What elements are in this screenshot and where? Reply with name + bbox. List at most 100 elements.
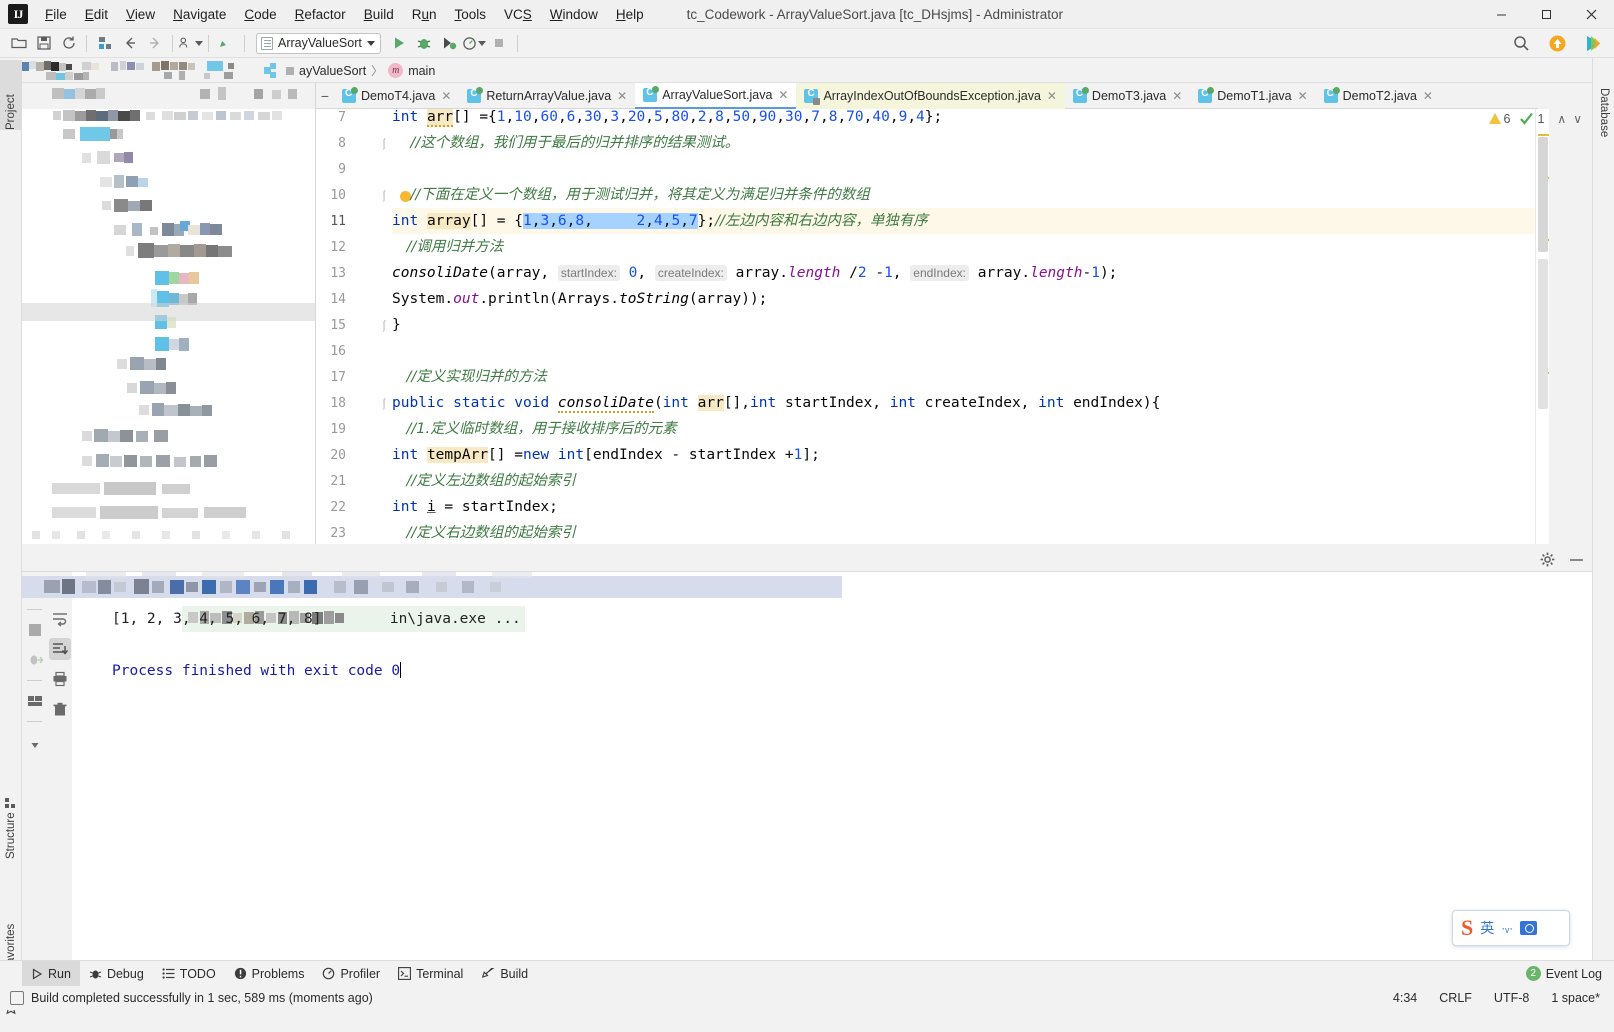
sidebar-item-project[interactable]: Project [0, 60, 22, 130]
indent-setting[interactable]: 1 space* [1551, 991, 1600, 1005]
scroll-to-end-icon[interactable] [48, 638, 71, 660]
build-hammer-icon[interactable] [214, 31, 239, 56]
ime-status-widget[interactable]: S 英 ·ᵥ· [1452, 910, 1570, 946]
tool-window-todo[interactable]: TODO [153, 961, 225, 987]
redacted-project-header [16, 60, 260, 82]
sync-icon[interactable] [56, 31, 81, 56]
editor-tab-arrayindexoutofboundsexception[interactable]: ArrayIndexOutOfBoundsException.java ✕ [796, 83, 1065, 109]
code-text-area[interactable]: int arr[] ={1,10,60,6,30,3,20,5,80,2,8,5… [392, 109, 1538, 544]
open-folder-icon[interactable] [6, 31, 31, 56]
scroll-down-icon[interactable] [49, 578, 71, 600]
run-with-coverage-icon[interactable] [437, 31, 462, 56]
editor-scrollbar-thumb[interactable] [1538, 137, 1548, 252]
back-arrow-icon[interactable] [117, 31, 142, 56]
forward-arrow-icon[interactable] [142, 31, 167, 56]
menu-code[interactable]: Code [235, 0, 285, 29]
tab-close-icon[interactable]: ✕ [1171, 89, 1183, 103]
bottom-tool-bar: Run Debug TODO Problems Profiler Termina… [0, 960, 1614, 987]
gear-icon[interactable] [1540, 552, 1555, 567]
tool-window-problems[interactable]: Problems [225, 961, 314, 987]
tab-close-icon[interactable]: ✕ [440, 89, 452, 103]
line-separator[interactable]: CRLF [1439, 991, 1472, 1005]
tab-close-icon[interactable]: ✕ [1422, 89, 1434, 103]
project-structure-icon[interactable] [92, 31, 117, 56]
tab-close-icon[interactable]: ✕ [1297, 89, 1309, 103]
menu-file[interactable]: File [36, 0, 76, 29]
editor-marker-bar[interactable] [1535, 109, 1549, 544]
next-problem-icon[interactable]: ∨ [1571, 112, 1584, 126]
rerun-failed-tests-icon[interactable] [24, 649, 46, 671]
menu-edit[interactable]: Edit [76, 0, 117, 29]
file-encoding[interactable]: UTF-8 [1494, 991, 1529, 1005]
menu-run[interactable]: Run [403, 0, 446, 29]
editor-tab-returnarrayvalue[interactable]: ReturnArrayValue.java ✕ [459, 83, 635, 109]
editor-gutter[interactable]: 7 8 9 10 11 12 13 14 15 16 17 18 19 20 2… [316, 109, 411, 544]
search-icon[interactable] [1509, 31, 1534, 56]
fold-marker-icon[interactable]: ⎰ [378, 183, 390, 209]
tab-close-icon[interactable]: ✕ [1046, 89, 1058, 103]
tool-window-debug[interactable]: Debug [80, 961, 153, 987]
editor-scrollbar-track[interactable] [1538, 259, 1548, 409]
sidebar-item-favorites[interactable]: Favorites [0, 881, 22, 971]
editor-tab-demot4[interactable]: DemoT4.java ✕ [334, 83, 459, 109]
minimize-panel-icon[interactable] [1569, 552, 1584, 567]
print-icon[interactable] [49, 668, 71, 690]
fold-marker-icon[interactable]: ⎰ [378, 131, 390, 157]
menu-build[interactable]: Build [355, 0, 403, 29]
maximize-button[interactable] [1524, 0, 1569, 29]
console-output[interactable]: in\java.exe ... [1, 2, 3, 4, 5, 6, 7, 8]… [72, 572, 1592, 960]
previous-problem-icon[interactable]: ∧ [1555, 112, 1568, 126]
ide-icon[interactable] [1581, 31, 1606, 56]
soft-wrap-icon[interactable] [49, 608, 71, 630]
menu-navigate[interactable]: Navigate [164, 0, 235, 29]
collapse-tabs-icon[interactable]: − [316, 83, 334, 108]
menu-view[interactable]: View [117, 0, 164, 29]
fold-marker-icon[interactable]: ⎰ [378, 391, 390, 417]
breadcrumb-member[interactable]: main [408, 64, 435, 78]
editor-tab-demot3[interactable]: DemoT3.java ✕ [1065, 83, 1190, 109]
debug-icon[interactable] [412, 31, 437, 56]
marker-warning[interactable] [1538, 134, 1549, 136]
event-log-button[interactable]: 2 Event Log [1525, 966, 1602, 981]
pin-icon[interactable] [24, 731, 46, 753]
inspection-widget[interactable]: 6 1 ∧ ∨ [1488, 111, 1585, 126]
menu-window[interactable]: Window [541, 0, 607, 29]
camera-icon[interactable] [1520, 921, 1538, 935]
save-icon[interactable] [31, 31, 56, 56]
editor-tab-demot1[interactable]: DemoT1.java ✕ [1190, 83, 1315, 109]
tool-window-profiler[interactable]: Profiler [313, 961, 389, 987]
tool-window-build[interactable]: Build [472, 961, 537, 987]
code-editor[interactable]: 7 8 9 10 11 12 13 14 15 16 17 18 19 20 2… [316, 109, 1538, 544]
fold-marker-icon[interactable]: ⎰ [378, 313, 390, 339]
sidebar-item-structure[interactable]: Structure [0, 773, 22, 859]
layout-icon[interactable] [24, 690, 46, 712]
editor-tab-arrayvaluesort[interactable]: ArrayValueSort.java ✕ [635, 83, 797, 109]
close-button[interactable] [1569, 0, 1614, 29]
wrench-icon[interactable] [24, 578, 46, 600]
profile-icon[interactable] [178, 31, 203, 56]
trash-icon[interactable] [49, 698, 71, 720]
menu-vcs[interactable]: VCS [495, 0, 541, 29]
menu-refactor[interactable]: Refactor [286, 0, 355, 29]
tab-close-icon[interactable]: ✕ [777, 88, 789, 102]
stop-icon[interactable] [487, 31, 512, 56]
stop-icon[interactable] [24, 619, 46, 641]
ime-more-icon[interactable]: ·ᵥ· [1501, 921, 1513, 935]
editor-tab-demot2[interactable]: DemoT2.java ✕ [1316, 83, 1441, 109]
ime-language-label[interactable]: 英 [1480, 918, 1494, 938]
caret-position[interactable]: 4:34 [1393, 991, 1417, 1005]
breadcrumb-file[interactable]: ayValueSort [299, 64, 366, 78]
tool-window-run[interactable]: Run [22, 960, 80, 987]
sidebar-item-database[interactable]: Database [1593, 88, 1614, 166]
tab-close-icon[interactable]: ✕ [616, 89, 628, 103]
run-icon[interactable] [387, 31, 412, 56]
minimize-button[interactable] [1479, 0, 1524, 29]
menu-help[interactable]: Help [607, 0, 653, 29]
tool-window-terminal[interactable]: Terminal [389, 961, 472, 987]
profiler-icon[interactable] [462, 31, 487, 56]
project-tool-window[interactable] [22, 83, 316, 544]
update-icon[interactable] [1545, 31, 1570, 56]
run-configuration-selector[interactable]: ArrayValueSort [256, 32, 381, 54]
menu-tools[interactable]: Tools [446, 0, 496, 29]
run-tool-window[interactable]: in\java.exe ... [1, 2, 3, 4, 5, 6, 7, 8]… [22, 546, 1592, 960]
